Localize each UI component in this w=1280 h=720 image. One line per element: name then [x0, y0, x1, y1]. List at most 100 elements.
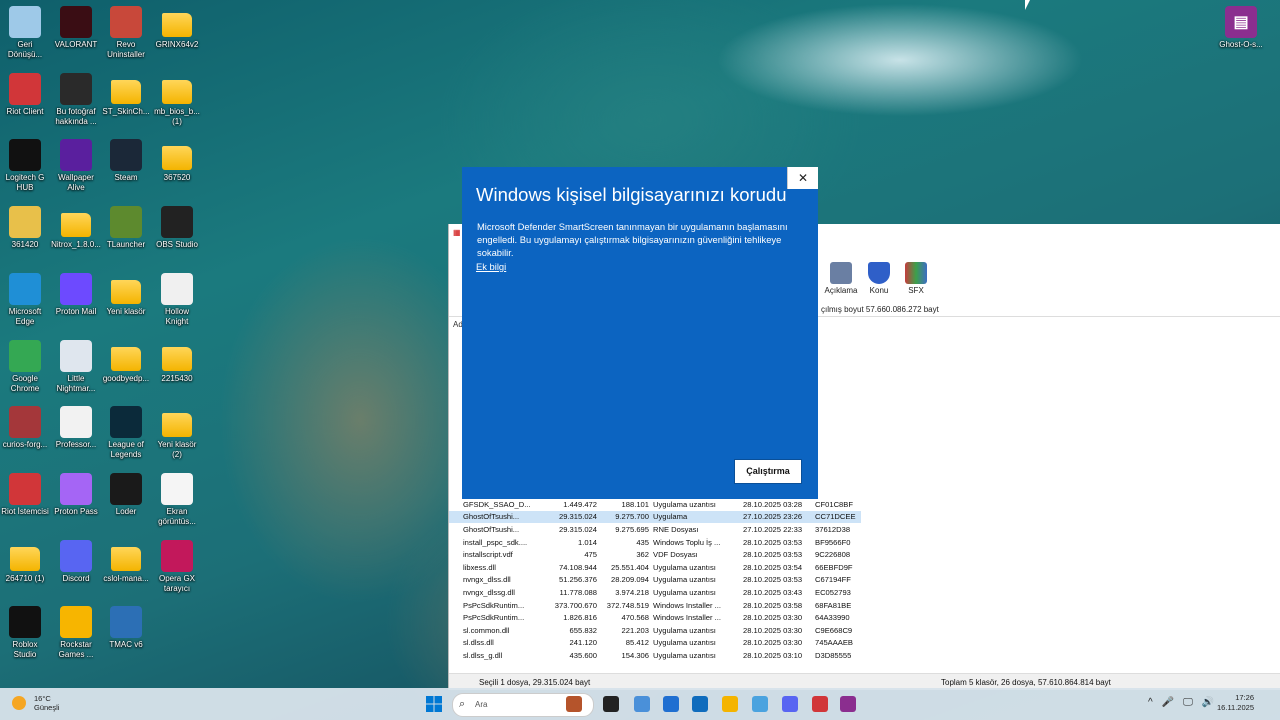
dont-run-button[interactable]: Çalıştırma [734, 459, 802, 484]
file-type: Windows Installer ... [653, 613, 721, 623]
riot-client-icon[interactable] [812, 696, 828, 712]
folder-icon [161, 406, 193, 438]
file-type: VDF Dosyası [653, 550, 698, 560]
desktop-icon[interactable]: Opera GX tarayıcı [146, 539, 208, 594]
file-packed: 362 [636, 550, 649, 560]
desktop-icon[interactable]: mb_bios_b... (1) [146, 73, 208, 127]
desktop-icon-ghost-of-tsushima-archive[interactable]: ▤ Ghost-O-s... [1210, 6, 1272, 50]
file-size: 1.449.472 [563, 499, 597, 509]
file-row[interactable]: GFSDK_SSAO_D... 1.449.472 188.101 Uygulama … [449, 498, 861, 511]
activation-subtitle: Windows'u etkinleştirmek için Ayarlar'a … [1027, 643, 1195, 653]
toolbar-protect-button[interactable]: Konu [859, 262, 899, 295]
store-icon[interactable] [663, 696, 679, 712]
folder-shape [10, 546, 40, 571]
status-selection: Seçili 1 dosya, 29.315.024 bayt [479, 678, 591, 687]
desktop-icon-label: Hollow Knight [164, 306, 189, 326]
file-crc: EC052793 [815, 587, 851, 597]
clock[interactable]: 17:26 16.11.2025 [1217, 693, 1254, 713]
file-size: 655.832 [569, 625, 597, 635]
desktop-icon[interactable]: Ekran görüntüs... [146, 472, 208, 527]
task-view-icon[interactable] [603, 696, 619, 712]
file-packed: 3.974.218 [615, 587, 649, 597]
file-row[interactable]: PsPcSdkRuntim... 1.826.816 470.568 Windows … [449, 611, 861, 624]
folder-shape [162, 146, 192, 171]
file-name: libxess.dll [463, 562, 496, 572]
desktop-icon[interactable]: TMAC v6 [95, 606, 157, 650]
desktop-icon-label: 2215430 [161, 373, 193, 383]
file-row[interactable]: sl.dlss.dll 241.120 85.412 Uygulama uzantıs… [449, 637, 861, 650]
file-row[interactable]: libxess.dll 74.108.944 25.551.404 Uygulama … [449, 561, 861, 574]
file-crc: C9E668C9 [815, 625, 853, 635]
file-date: 28.10.2025 03:53 [743, 550, 803, 560]
file-type: Uygulama [651, 510, 741, 524]
volume-icon[interactable]: 🔊 [1202, 697, 1214, 708]
chevron-up-icon[interactable]: ^ [1148, 697, 1153, 708]
toolbar-comment-button[interactable]: Açıklama [821, 262, 861, 295]
folder-icon [110, 540, 142, 572]
mic-icon[interactable]: 🎤 [1162, 697, 1174, 708]
rockstar-games-icon [60, 606, 92, 639]
desktop-icon[interactable]: Yeni klasör (2) [146, 406, 208, 460]
desktop-icon[interactable]: Hollow Knight [146, 272, 208, 327]
file-date: 28.10.2025 03:43 [743, 587, 803, 597]
file-packed: 188.101 [621, 499, 649, 509]
folder-shape [162, 413, 192, 438]
app-logo-icon: ▦ [453, 228, 461, 237]
file-row[interactable]: installscript.vdf 475 362 VDF Dosyası 28.10.… [449, 548, 861, 561]
file-name: PsPcSdkRuntim... [463, 600, 525, 610]
file-crc: 66EBFD9F [815, 562, 853, 572]
weather-widget[interactable]: 16°C Güneşli [12, 694, 59, 712]
folder-shape [111, 279, 141, 304]
file-size: 475 [584, 550, 597, 560]
file-explorer-icon[interactable] [722, 696, 738, 712]
roblox-studio-icon [9, 606, 41, 639]
info-bar-text: çılmış boyut 57.660.086.272 bayt [821, 305, 939, 314]
winrar-icon[interactable] [840, 696, 856, 712]
desktop-icon[interactable]: GRINX64v2 [146, 6, 208, 50]
display-icon[interactable]: 🖵 [1183, 697, 1193, 708]
desktop-icon-label: GRINX64v2 [155, 40, 199, 49]
file-packed: 470.568 [621, 613, 649, 623]
close-button[interactable]: ✕ [787, 167, 818, 189]
desktop-icon[interactable]: 367520 [146, 139, 208, 183]
outlook-icon[interactable] [692, 696, 708, 712]
screenshot-icon [161, 472, 193, 505]
logitech-g-hub-icon [9, 139, 41, 172]
winrar-icon: ▤ [1225, 6, 1257, 38]
weather-desc: Güneşli [34, 703, 60, 712]
file-explorer-gallery-icon[interactable] [566, 696, 582, 712]
desktop-icon[interactable]: OBS Studio [146, 206, 208, 250]
file-row[interactable]: GhostOfTsushi... 29.315.024 9.275.695 RNE D… [449, 523, 861, 536]
file-row[interactable]: sl.common.dll 655.832 221.203 Uygulama uzan… [449, 624, 861, 637]
desktop-icon[interactable]: 2215430 [146, 340, 208, 384]
more-info-link[interactable]: Ek bilgi [476, 261, 506, 272]
folder-shape [162, 13, 192, 37]
file-crc: 68FA81BE [815, 600, 852, 610]
file-type: Uygulama uzantısı [653, 638, 716, 648]
file-type: Uygulama uzantısı [653, 625, 716, 635]
discord-icon[interactable] [782, 696, 798, 712]
status-total: Toplam 5 klasör, 26 dosya, 57.610.864.81… [941, 678, 1111, 687]
revo-uninstaller-icon [110, 6, 142, 38]
settings-icon[interactable] [752, 696, 768, 712]
file-type: Uygulama uzantısı [653, 587, 716, 597]
recycle-bin-icon [9, 6, 41, 38]
file-date: 28.10.2025 03:58 [743, 600, 803, 610]
file-row[interactable]: PsPcSdkRuntim... 373.700.670 372.748.519 Wi… [449, 599, 861, 612]
file-row[interactable]: sl.dlss_g.dll 435.600 154.306 Uygulama uzan… [449, 649, 861, 662]
file-row[interactable]: install_pspc_sdk.... 1.014 435 Windows Topl… [449, 536, 861, 549]
toolbar-sfx-button[interactable]: SFX [896, 262, 936, 295]
file-row[interactable]: nvngx_dlss.dll 51.256.376 28.209.094 Uygula… [449, 574, 861, 587]
file-row[interactable]: GhostOfTsushi... 29.315.024 9.275.700 Uygul… [449, 510, 861, 524]
folder-shape [111, 79, 141, 104]
start-button[interactable] [426, 696, 442, 712]
hollow-knight-icon [161, 272, 193, 305]
folder-icon [161, 73, 193, 105]
file-type: Uygulama uzantısı [653, 562, 716, 572]
desktop-icon-label: Opera GX tarayıcı [158, 573, 195, 593]
file-row[interactable]: nvngx_dlssg.dll 11.778.088 3.974.218 Uygula… [449, 586, 861, 599]
proton-mail-icon [60, 272, 92, 305]
file-type: RNE Dosyası [653, 524, 699, 534]
widgets-icon[interactable] [634, 696, 650, 712]
folder-icon [161, 340, 193, 372]
